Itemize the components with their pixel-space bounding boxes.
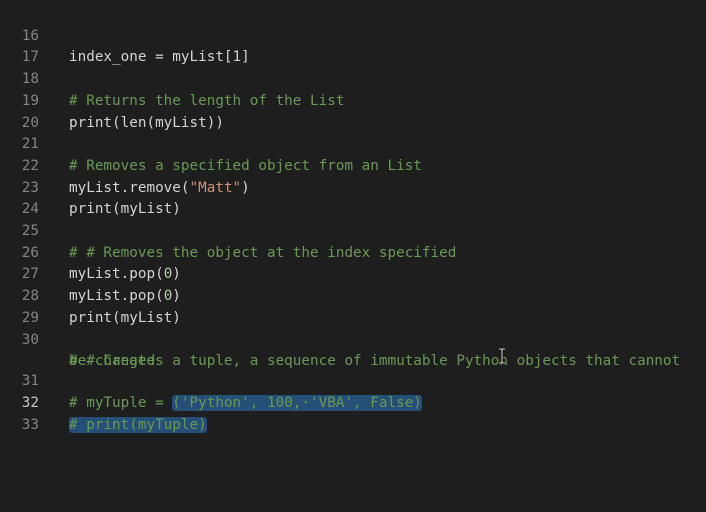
code-line-21[interactable]: 21 # Removes a specified object from an … xyxy=(0,113,706,174)
code-line-20[interactable]: 20 xyxy=(0,91,706,131)
code-line-18[interactable]: 18 # Returns the length of the List xyxy=(0,47,706,109)
code-line-33[interactable]: 33 xyxy=(0,393,706,433)
selected-text[interactable]: # print(myTuple) xyxy=(69,416,207,433)
i-beam-icon xyxy=(497,348,507,364)
code-line-23[interactable]: 23 print(myList) xyxy=(0,156,706,218)
code-editor[interactable]: 16 index_one = myList[1] 17 18 # Returns… xyxy=(0,0,706,512)
line-number: 33 xyxy=(21,416,39,433)
code-line-28[interactable]: 28 print(myList) xyxy=(0,264,706,326)
code-line-26[interactable]: 26 myList.pop(0) xyxy=(0,221,706,283)
code-line-32[interactable]: 32 # print(myTuple) xyxy=(0,371,706,433)
comment-text[interactable]: # print(myTuple) xyxy=(69,415,207,437)
code-line-31[interactable]: 31 # myTuple = ('Python', 100,·'VBA', Fa… xyxy=(0,350,706,411)
code-line-30-wrap[interactable]: be changed xyxy=(0,330,706,369)
code-line-30[interactable]: 30 # # Creates a tuple, a sequence of im… xyxy=(0,308,706,370)
code-line-16[interactable]: 16 index_one = myList[1] xyxy=(0,4,706,66)
code-line-24[interactable]: 24 xyxy=(0,178,706,217)
code-line-19[interactable]: 19 print(len(myList)) xyxy=(0,69,706,131)
code-line-27[interactable]: 27 myList.pop(0) xyxy=(0,243,706,304)
code-line-22[interactable]: 22 myList.remove("Matt") xyxy=(0,134,706,196)
code-line-17[interactable]: 17 xyxy=(0,26,706,65)
code-line-29[interactable]: 29 xyxy=(0,286,706,326)
code-line-25[interactable]: 25 # # Removes the object at the index s… xyxy=(0,199,706,261)
